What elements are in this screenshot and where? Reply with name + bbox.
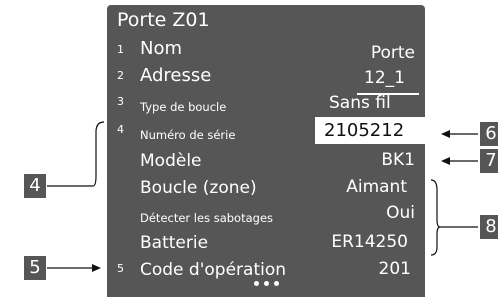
callout-8-bracket xyxy=(430,179,441,256)
callout-lines xyxy=(47,121,478,272)
callout-5-arrowhead xyxy=(92,264,101,272)
callout-7-arrowhead xyxy=(441,157,450,165)
callout-6-arrowhead xyxy=(441,130,450,138)
callout-4-bracket xyxy=(92,121,105,187)
